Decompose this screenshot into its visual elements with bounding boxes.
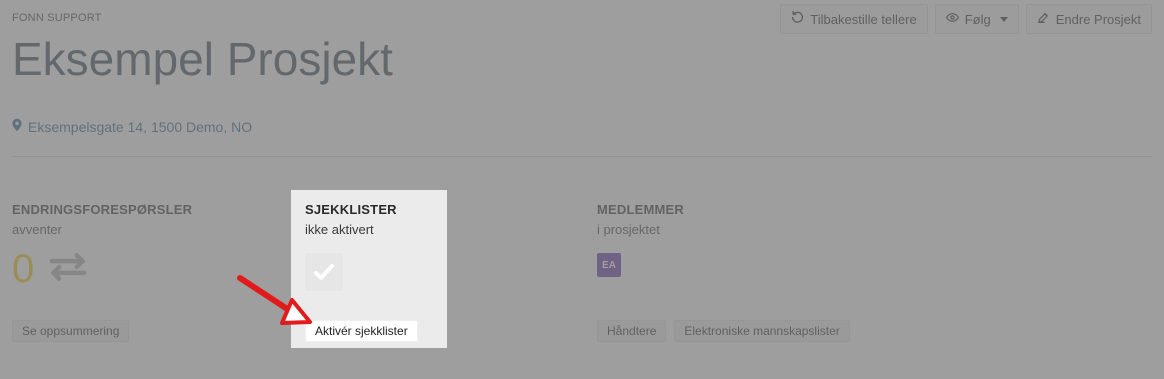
edit-icon (1037, 11, 1050, 27)
org-label: FONN SUPPORT (12, 12, 102, 24)
change-requests-subtitle: avventer (12, 222, 62, 237)
manage-members-button[interactable]: Håndtere (597, 320, 667, 342)
avatar[interactable]: EA (597, 253, 621, 277)
members-title: MEDLEMMER (597, 202, 685, 217)
members-card: MEDLEMMER i prosjektet EA Håndtere Elekt… (597, 190, 947, 348)
change-requests-actions: Se oppsummering (12, 320, 130, 342)
follow-label: Følg (964, 11, 991, 27)
checklists-card-spotlight: SJEKKLISTER ikke aktivert Aktivér sjekkl… (291, 190, 447, 348)
checklists-title-spotlight: SJEKKLISTER (305, 202, 397, 217)
section-divider (12, 156, 1152, 157)
edit-project-label: Endre Prosjekt (1055, 11, 1141, 27)
address-text: Eksempelsgate 14, 1500 Demo, NO (28, 118, 253, 135)
chevron-down-icon (999, 17, 1008, 22)
members-subtitle: i prosjektet (597, 222, 660, 237)
project-page: FONN SUPPORT Tilbakestille tellere Følg (0, 0, 1164, 379)
activate-checklists-button-spotlight[interactable]: Aktivér sjekklister (305, 320, 418, 342)
electronic-crew-lists-button[interactable]: Elektroniske mannskapslister (674, 320, 850, 342)
change-requests-metric: 0 (12, 245, 282, 293)
map-marker-icon (12, 118, 22, 135)
page-toolbar: Tilbakestille tellere Følg Endre Prosjek (780, 4, 1152, 34)
change-requests-title: ENDRINGSFORESPØRSLER (12, 202, 193, 217)
change-requests-count: 0 (12, 247, 35, 291)
follow-button[interactable]: Følg (934, 4, 1019, 34)
project-title: Eksempel Prosjekt (12, 33, 393, 85)
summary-cards: ENDRINGSFORESPØRSLER avventer 0 Se oppsu… (0, 190, 1164, 350)
reset-counters-button[interactable]: Tilbakestille tellere (780, 4, 928, 34)
see-summary-button[interactable]: Se oppsummering (12, 320, 130, 342)
checklists-actions-spotlight: Aktivér sjekklister (305, 320, 418, 342)
edit-project-button[interactable]: Endre Prosjekt (1025, 4, 1152, 34)
undo-icon (791, 10, 804, 27)
exchange-icon (46, 249, 90, 290)
checkmark-icon-spotlight (305, 253, 343, 291)
members-actions: Håndtere Elektroniske mannskapslister (597, 320, 850, 342)
reset-counters-label: Tilbakestille tellere (810, 11, 917, 27)
checklists-subtitle-spotlight: ikke aktivert (305, 222, 374, 237)
eye-icon (945, 11, 959, 27)
change-requests-card: ENDRINGSFORESPØRSLER avventer 0 Se oppsu… (12, 190, 282, 348)
project-address[interactable]: Eksempelsgate 14, 1500 Demo, NO (12, 118, 252, 135)
